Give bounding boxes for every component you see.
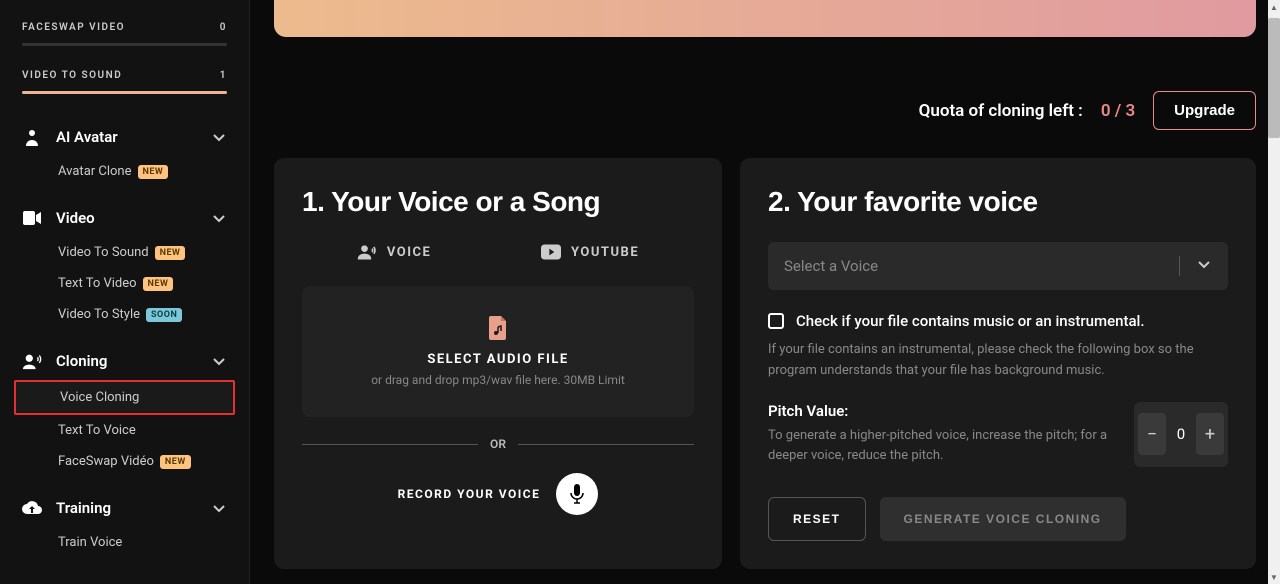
nav-item-label: FaceSwap Vidéo	[58, 454, 154, 469]
progress-item: FACESWAP VIDEO 0	[0, 10, 249, 58]
file-audio-icon	[322, 316, 674, 344]
music-checkbox-hint: If your file contains an instrumental, p…	[768, 340, 1228, 382]
nav-item-label: Text To Video	[58, 276, 137, 291]
badge: NEW	[155, 246, 186, 260]
nav-item-label: Voice Cloning	[60, 390, 139, 405]
nav-item-label: Avatar Clone	[58, 164, 132, 179]
nav-item[interactable]: Voice Cloning	[14, 380, 235, 415]
pitch-label: Pitch Value:	[768, 402, 1114, 420]
record-label: RECORD YOUR VOICE	[398, 487, 541, 501]
step2-title: 2. Your favorite voice	[768, 186, 1228, 218]
nav-item-label: Text To Voice	[58, 423, 136, 438]
dropzone-hint: or drag and drop mp3/wav file here. 30MB…	[322, 373, 674, 387]
tab-youtube[interactable]: YOUTUBE	[541, 242, 639, 262]
scrollbar[interactable]: ▲ ▼	[1268, 0, 1280, 584]
nav-item[interactable]: Avatar Clone NEW	[0, 156, 249, 187]
quota-row: Quota of cloning left : 0 / 3 Upgrade	[274, 91, 1256, 130]
step2-panel: 2. Your favorite voice Select a Voice Ch…	[740, 158, 1256, 569]
youtube-icon	[541, 244, 561, 260]
video-icon	[22, 211, 42, 225]
nav-section-header[interactable]: AI Avatar	[0, 118, 249, 156]
nav-item[interactable]: Video To Style SOON	[0, 299, 249, 330]
progress-item: VIDEO TO SOUND 1	[0, 58, 249, 106]
nav-item[interactable]: Text To Video NEW	[0, 268, 249, 299]
generate-button[interactable]: GENERATE VOICE CLONING	[880, 497, 1126, 541]
chevron-down-icon	[1179, 256, 1212, 276]
dropzone-title: SELECT AUDIO FILE	[322, 352, 674, 367]
voice-select[interactable]: Select a Voice	[768, 242, 1228, 290]
chevron-down-icon	[211, 500, 227, 516]
progress-bar	[22, 43, 227, 46]
quota-value: 0 / 3	[1101, 101, 1135, 121]
music-checkbox-label: Check if your file contains music or an …	[796, 312, 1145, 330]
badge: NEW	[138, 165, 169, 179]
step1-title: 1. Your Voice or a Song	[302, 186, 694, 218]
upgrade-button[interactable]: Upgrade	[1153, 91, 1256, 130]
audio-dropzone[interactable]: SELECT AUDIO FILE or drag and drop mp3/w…	[302, 286, 694, 417]
chevron-down-icon	[211, 353, 227, 369]
tab-youtube-label: YOUTUBE	[571, 245, 639, 260]
nav-item[interactable]: FaceSwap Vidéo NEW	[0, 446, 249, 477]
nav-section-label: Cloning	[56, 352, 211, 370]
nav-item-label: Train Voice	[58, 535, 122, 550]
nav-section-header[interactable]: Training	[0, 489, 249, 527]
tab-voice-label: VOICE	[387, 245, 432, 260]
nav-item[interactable]: Text To Voice	[0, 415, 249, 446]
pitch-minus-button[interactable]: −	[1138, 413, 1166, 455]
voice-icon	[22, 352, 42, 370]
step1-panel: 1. Your Voice or a Song VOICE YOUTUBE SE…	[274, 158, 722, 569]
badge: NEW	[143, 277, 174, 291]
reset-button[interactable]: RESET	[768, 497, 866, 541]
badge: SOON	[146, 308, 182, 322]
progress-label: VIDEO TO SOUND	[22, 70, 122, 81]
nav-section-label: AI Avatar	[56, 128, 211, 146]
chevron-down-icon	[211, 210, 227, 226]
or-divider: OR	[302, 437, 694, 451]
nav-item[interactable]: Train Voice	[0, 527, 249, 558]
scrollbar-thumb[interactable]	[1268, 18, 1280, 138]
nav-item-label: Video To Sound	[58, 245, 149, 260]
hero-banner	[274, 0, 1256, 37]
nav-section-header[interactable]: Cloning	[0, 342, 249, 380]
sidebar: FACESWAP VIDEO 0 VIDEO TO SOUND 1 AI Avatar…	[0, 0, 250, 584]
badge: NEW	[160, 455, 191, 469]
pitch-hint: To generate a higher-pitched voice, incr…	[768, 426, 1114, 468]
chevron-down-icon	[211, 129, 227, 145]
nav-item[interactable]: Video To Sound NEW	[0, 237, 249, 268]
progress-count: 0	[220, 22, 227, 33]
nav-item-label: Video To Style	[58, 307, 140, 322]
pitch-stepper: − 0 +	[1134, 402, 1228, 468]
cloud-up-icon	[22, 500, 42, 516]
music-checkbox[interactable]	[768, 313, 784, 329]
progress-count: 1	[220, 70, 227, 81]
main-content: Quota of cloning left : 0 / 3 Upgrade 1.…	[250, 0, 1280, 584]
microphone-icon	[569, 484, 585, 504]
tab-voice[interactable]: VOICE	[357, 242, 432, 262]
scroll-up-icon[interactable]: ▲	[1268, 0, 1280, 14]
nav-section-label: Video	[56, 209, 211, 227]
record-button[interactable]	[556, 473, 598, 515]
voice-icon	[357, 242, 377, 262]
quota-label: Quota of cloning left :	[919, 101, 1083, 121]
pitch-plus-button[interactable]: +	[1196, 413, 1224, 455]
progress-label: FACESWAP VIDEO	[22, 22, 125, 33]
progress-bar	[22, 91, 227, 94]
nav-section-label: Training	[56, 499, 211, 517]
voice-select-placeholder: Select a Voice	[784, 257, 878, 275]
pitch-value: 0	[1166, 425, 1196, 443]
person-icon	[22, 128, 42, 146]
nav-section-header[interactable]: Video	[0, 199, 249, 237]
scroll-down-icon[interactable]: ▼	[1268, 570, 1280, 584]
